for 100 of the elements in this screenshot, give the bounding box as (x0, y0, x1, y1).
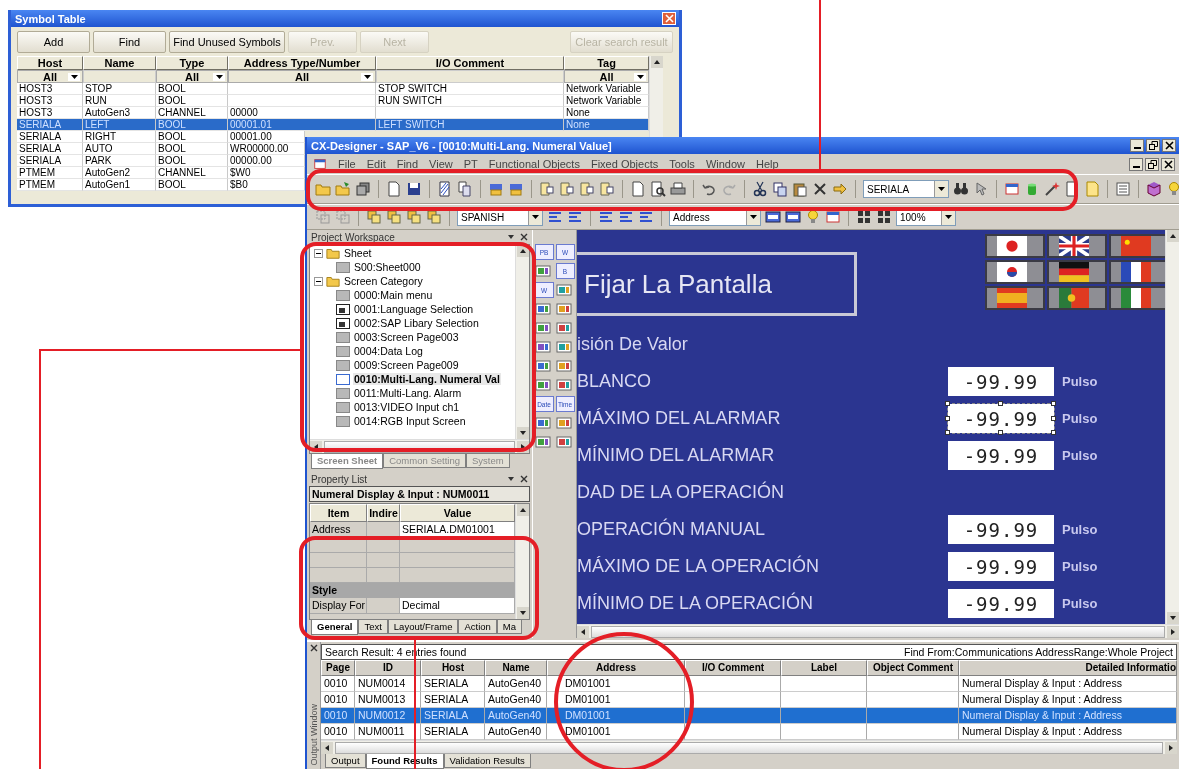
minimize-button[interactable] (1129, 157, 1143, 171)
scissors-icon[interactable] (752, 181, 768, 197)
select-icon[interactable] (335, 209, 351, 225)
preview-icon[interactable] (650, 181, 666, 197)
tree-item[interactable]: 0011:Multi-Lang. Alarm (353, 387, 463, 399)
column-header[interactable]: Host (17, 56, 83, 70)
menu-item[interactable]: View (429, 158, 453, 170)
document-icon[interactable] (599, 181, 615, 197)
save-icon[interactable] (406, 181, 422, 197)
tool-icon[interactable] (534, 263, 551, 279)
tool-icon[interactable] (534, 358, 551, 374)
window-icon[interactable] (825, 209, 841, 225)
minimize-button[interactable] (1130, 139, 1144, 152)
table-row[interactable]: 0010 NUM0011 SERIALA AutoGen40 DM01001 Numeral Display & Input : Address (321, 724, 1177, 740)
document-icon[interactable] (579, 181, 595, 197)
property-value[interactable]: Decimal (400, 598, 515, 614)
tree-item[interactable]: 0001:Language Selection (353, 303, 475, 315)
delete-icon[interactable] (812, 181, 828, 197)
restore-button[interactable] (1145, 157, 1159, 171)
paste-icon[interactable] (792, 181, 808, 197)
numeral-display[interactable]: -99.99 (948, 589, 1054, 618)
flag-button[interactable] (985, 286, 1045, 310)
align-icon[interactable] (567, 209, 583, 225)
align-icon[interactable] (598, 209, 614, 225)
tool-icon[interactable] (555, 282, 572, 298)
table-row[interactable]: HOST3 AutoGen3 CHANNEL 00000 None (17, 107, 649, 119)
tool-icon[interactable] (534, 415, 551, 431)
column-header[interactable]: Type (156, 56, 228, 70)
layers-icon[interactable] (426, 209, 442, 225)
document-icon[interactable] (539, 181, 555, 197)
table-row[interactable]: SERIALA PARK BOOL 00000.00 (17, 155, 305, 167)
tool-icon[interactable] (555, 320, 572, 336)
vertical-scrollbar[interactable] (649, 56, 663, 137)
filter-dropdown[interactable]: All (156, 70, 228, 83)
tab[interactable]: Screen Sheet (311, 454, 384, 469)
numeral-display[interactable]: -99.99 (948, 404, 1054, 433)
window-icon[interactable] (313, 157, 327, 171)
horizontal-scrollbar[interactable] (577, 624, 1179, 638)
vertical-scrollbar[interactable] (1165, 230, 1179, 624)
tree-item[interactable]: 0000:Main menu (353, 289, 434, 301)
wand-icon[interactable] (1044, 181, 1060, 197)
filter-dropdown[interactable]: All (17, 70, 83, 83)
dropdown[interactable]: SERIALA (863, 180, 949, 198)
grid-icon[interactable] (856, 209, 872, 225)
grid-icon[interactable] (876, 209, 892, 225)
tool-icon[interactable] (534, 377, 551, 393)
cell-icon[interactable] (488, 181, 504, 197)
tree-item[interactable]: 0009:Screen Page009 (353, 359, 460, 371)
tree-item[interactable]: 0010:Multi-Lang. Numeral Val (353, 373, 501, 385)
tab[interactable]: Output (325, 754, 366, 768)
tool-icon[interactable] (555, 434, 572, 450)
column-header[interactable]: Object Comment (867, 660, 959, 676)
document-icon[interactable] (559, 181, 575, 197)
filter-field[interactable] (376, 70, 564, 83)
collapse-icon[interactable] (314, 248, 323, 258)
tab[interactable]: Validation Results (443, 754, 531, 768)
tab[interactable]: Layout/Frame (387, 620, 459, 634)
numeral-display[interactable]: -99.99 (948, 515, 1054, 544)
cell-icon[interactable] (508, 181, 524, 197)
column-header[interactable]: Label (781, 660, 867, 676)
flag-button[interactable] (1109, 260, 1165, 284)
numeral-display[interactable]: -99.99 (948, 552, 1054, 581)
menu-item[interactable]: PT (463, 158, 478, 170)
pages-icon[interactable] (457, 181, 473, 197)
column-header[interactable]: Detailed Informatio (959, 660, 1177, 676)
flag-button[interactable] (1109, 286, 1165, 310)
page-icon[interactable] (386, 181, 402, 197)
restore-button[interactable] (1146, 139, 1160, 152)
tool-icon[interactable] (534, 301, 551, 317)
toolbar-button[interactable]: Find Unused Symbols (169, 31, 285, 53)
tree-item[interactable]: Sheet (343, 247, 373, 259)
vertical-scrollbar[interactable] (515, 504, 529, 619)
copy-icon[interactable] (772, 181, 788, 197)
tree-item[interactable]: 0014:RGB Input Screen (353, 415, 467, 427)
pin-close-icon[interactable] (506, 233, 528, 241)
flag-button[interactable] (985, 234, 1045, 258)
window-icon[interactable] (1004, 181, 1020, 197)
column-header[interactable]: Name (83, 56, 156, 70)
align-icon[interactable] (638, 209, 654, 225)
menu-item[interactable]: Edit (366, 158, 386, 170)
tool-icon[interactable] (534, 339, 551, 355)
tree-item[interactable]: Screen Category (343, 275, 424, 287)
close-icon[interactable] (309, 644, 318, 652)
tool-icon[interactable] (555, 358, 572, 374)
filter-dropdown[interactable]: All (228, 70, 376, 83)
layers-icon[interactable] (366, 209, 382, 225)
column-header[interactable]: Address Type/Number (228, 56, 376, 70)
tab[interactable]: Action (458, 620, 497, 634)
table-row[interactable]: HOST3 STOP BOOL STOP SWITCH Network Variable (17, 83, 649, 95)
book-icon[interactable] (1146, 181, 1162, 197)
numeral-display[interactable]: -99.99 (948, 367, 1054, 396)
table-row[interactable]: SERIALA LEFT BOOL 00001.01 LEFT SWITCH None (17, 119, 649, 131)
tool-icon[interactable] (555, 301, 572, 317)
menu-item[interactable]: Functional Objects (488, 158, 580, 170)
binoculars-icon[interactable] (953, 181, 969, 197)
page-icon[interactable] (630, 181, 646, 197)
tree-item[interactable]: 0013:VIDEO Input ch1 (353, 401, 461, 413)
table-row[interactable]: 0010 NUM0013 SERIALA AutoGen40 DM01001 Numeral Display & Input : Address (321, 692, 1177, 708)
horizontal-scrollbar[interactable] (321, 740, 1177, 754)
column-header[interactable]: Page (321, 660, 355, 676)
